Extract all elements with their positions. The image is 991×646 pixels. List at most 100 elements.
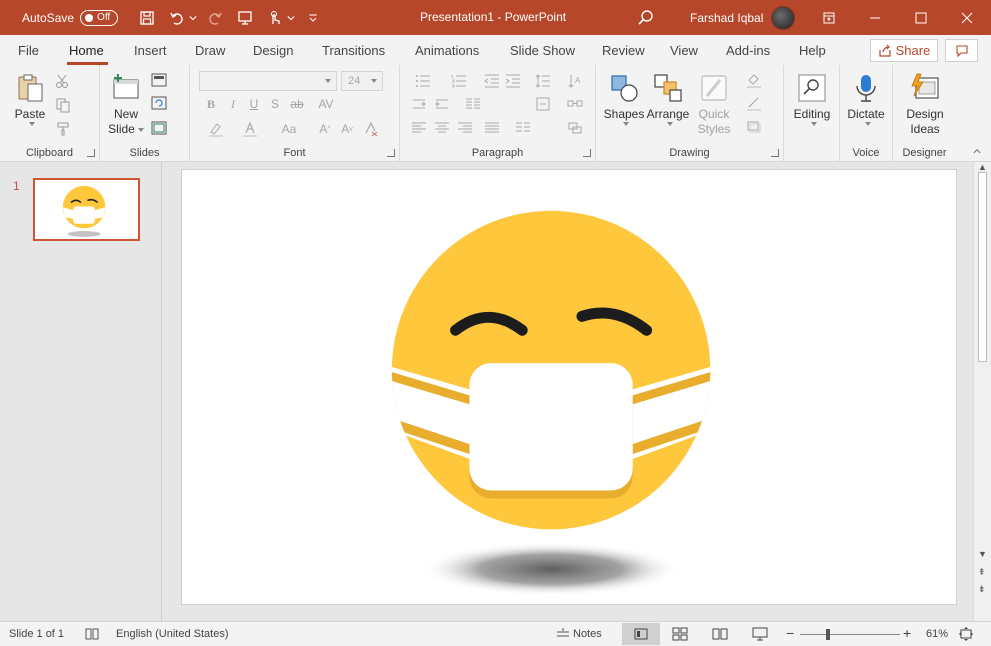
layout-icon[interactable]: [150, 72, 168, 88]
columns-icon[interactable]: [460, 96, 486, 112]
character-spacing-icon[interactable]: AV: [312, 96, 340, 112]
highlight-icon[interactable]: [202, 121, 230, 137]
underline-icon[interactable]: U: [245, 96, 263, 112]
tab-transitions[interactable]: Transitions: [322, 43, 385, 58]
scroll-up-icon[interactable]: ▲: [978, 162, 987, 172]
format-painter-icon[interactable]: [54, 121, 72, 137]
smartart-icon[interactable]: [562, 96, 588, 112]
shadow-icon[interactable]: S: [266, 96, 284, 112]
undo-icon[interactable]: [164, 6, 190, 30]
shape-outline-icon[interactable]: [740, 95, 768, 111]
slide-thumbnail-pane[interactable]: 1: [0, 162, 162, 621]
touch-dropdown-icon[interactable]: [286, 6, 296, 30]
quick-styles-button[interactable]: Quick Styles: [694, 72, 734, 137]
font-color-icon[interactable]: [236, 121, 264, 137]
section-icon[interactable]: [150, 120, 168, 136]
align-right-icon[interactable]: [456, 120, 474, 136]
tab-file[interactable]: File: [18, 43, 39, 58]
touch-mode-icon[interactable]: [262, 6, 288, 30]
minimize-button[interactable]: [852, 0, 898, 35]
reset-slide-icon[interactable]: [150, 95, 168, 111]
editing-button[interactable]: Editing: [792, 72, 832, 126]
line-spacing-icon[interactable]: [530, 73, 556, 89]
zoom-level[interactable]: 61%: [926, 628, 948, 640]
share-button[interactable]: Share: [870, 39, 938, 62]
search-icon[interactable]: [636, 8, 656, 28]
bold-icon[interactable]: B: [202, 96, 220, 112]
new-slide-button[interactable]: New Slide: [108, 72, 144, 137]
font-launcher-icon[interactable]: [387, 149, 395, 157]
user-avatar[interactable]: [771, 6, 795, 30]
align-left-icon[interactable]: [410, 120, 428, 136]
zoom-slider-thumb[interactable]: [826, 629, 830, 640]
copy-icon[interactable]: [54, 97, 72, 113]
cut-icon[interactable]: [54, 73, 72, 89]
language-status[interactable]: English (United States): [116, 628, 229, 640]
ltr-icon[interactable]: [410, 96, 428, 112]
close-button[interactable]: [944, 0, 990, 35]
collapse-ribbon-icon[interactable]: [968, 143, 986, 159]
convert-smartart-icon[interactable]: [562, 120, 588, 136]
tab-help[interactable]: Help: [799, 43, 826, 58]
shape-fill-icon[interactable]: [740, 72, 768, 88]
shapes-button[interactable]: Shapes: [604, 72, 644, 126]
scroll-down-icon[interactable]: ▼: [978, 549, 987, 559]
strikethrough-icon[interactable]: ab: [288, 96, 306, 112]
numbering-icon[interactable]: [446, 73, 472, 89]
shrink-font-icon[interactable]: Av: [338, 121, 356, 137]
tab-draw[interactable]: Draw: [195, 43, 225, 58]
align-center-icon[interactable]: [433, 120, 451, 136]
previous-slide-icon[interactable]: ⇞: [978, 567, 986, 578]
bullets-icon[interactable]: [410, 73, 436, 89]
undo-dropdown-icon[interactable]: [188, 6, 198, 30]
tab-home[interactable]: Home: [69, 43, 104, 58]
presentation-icon[interactable]: [232, 6, 258, 30]
dictate-button[interactable]: Dictate: [846, 72, 886, 126]
scrollbar-thumb[interactable]: [978, 172, 987, 362]
spelling-check-icon[interactable]: [84, 626, 100, 642]
slide-show-icon[interactable]: [752, 626, 768, 642]
slide-canvas[interactable]: [181, 169, 957, 605]
zoom-slider-track[interactable]: [800, 634, 900, 635]
tab-animations[interactable]: Animations: [415, 43, 479, 58]
masked-emoji-image[interactable]: [182, 170, 956, 604]
paste-button[interactable]: Paste: [12, 72, 48, 126]
italic-icon[interactable]: I: [224, 96, 242, 112]
fit-to-window-icon[interactable]: [958, 626, 974, 642]
font-name-combo[interactable]: [199, 71, 337, 91]
ribbon-display-options-button[interactable]: [806, 0, 852, 35]
tab-review[interactable]: Review: [602, 43, 645, 58]
grow-font-icon[interactable]: A ^: [316, 121, 334, 137]
shape-effects-icon[interactable]: [740, 118, 768, 134]
arrange-button[interactable]: Arrange: [646, 72, 690, 126]
decrease-indent-icon[interactable]: [483, 73, 501, 89]
columns-dropdown-icon[interactable]: [510, 120, 536, 136]
maximize-button[interactable]: [898, 0, 944, 35]
slide-thumbnail[interactable]: [33, 178, 140, 241]
save-icon[interactable]: [134, 6, 160, 30]
vertical-scrollbar[interactable]: ▲ ▼ ⇞ ⇟: [973, 162, 991, 621]
change-case-icon[interactable]: Aa: [274, 121, 304, 137]
drawing-launcher-icon[interactable]: [771, 149, 779, 157]
tab-design[interactable]: Design: [253, 43, 293, 58]
font-size-combo[interactable]: 24: [341, 71, 383, 91]
zoom-out-icon[interactable]: −: [786, 625, 794, 641]
clear-formatting-icon[interactable]: [362, 121, 380, 137]
autosave-toggle[interactable]: Off: [80, 9, 119, 26]
clipboard-launcher-icon[interactable]: [87, 149, 95, 157]
paragraph-launcher-icon[interactable]: [583, 149, 591, 157]
reading-view-icon[interactable]: [712, 626, 728, 642]
tab-view[interactable]: View: [670, 43, 698, 58]
tab-slide-show[interactable]: Slide Show: [510, 43, 575, 58]
slide-sorter-icon[interactable]: [672, 626, 688, 642]
zoom-in-icon[interactable]: +: [903, 625, 911, 641]
notes-button[interactable]: Notes: [573, 628, 602, 640]
user-name[interactable]: Farshad Iqbal: [690, 11, 763, 25]
comments-button[interactable]: [945, 39, 978, 62]
redo-icon[interactable]: [202, 6, 228, 30]
design-ideas-button[interactable]: Design Ideas: [903, 72, 947, 137]
customize-qat-icon[interactable]: [300, 6, 326, 30]
next-slide-icon[interactable]: ⇟: [978, 584, 986, 595]
rtl-icon[interactable]: [433, 96, 451, 112]
text-direction-icon[interactable]: A: [562, 73, 588, 89]
